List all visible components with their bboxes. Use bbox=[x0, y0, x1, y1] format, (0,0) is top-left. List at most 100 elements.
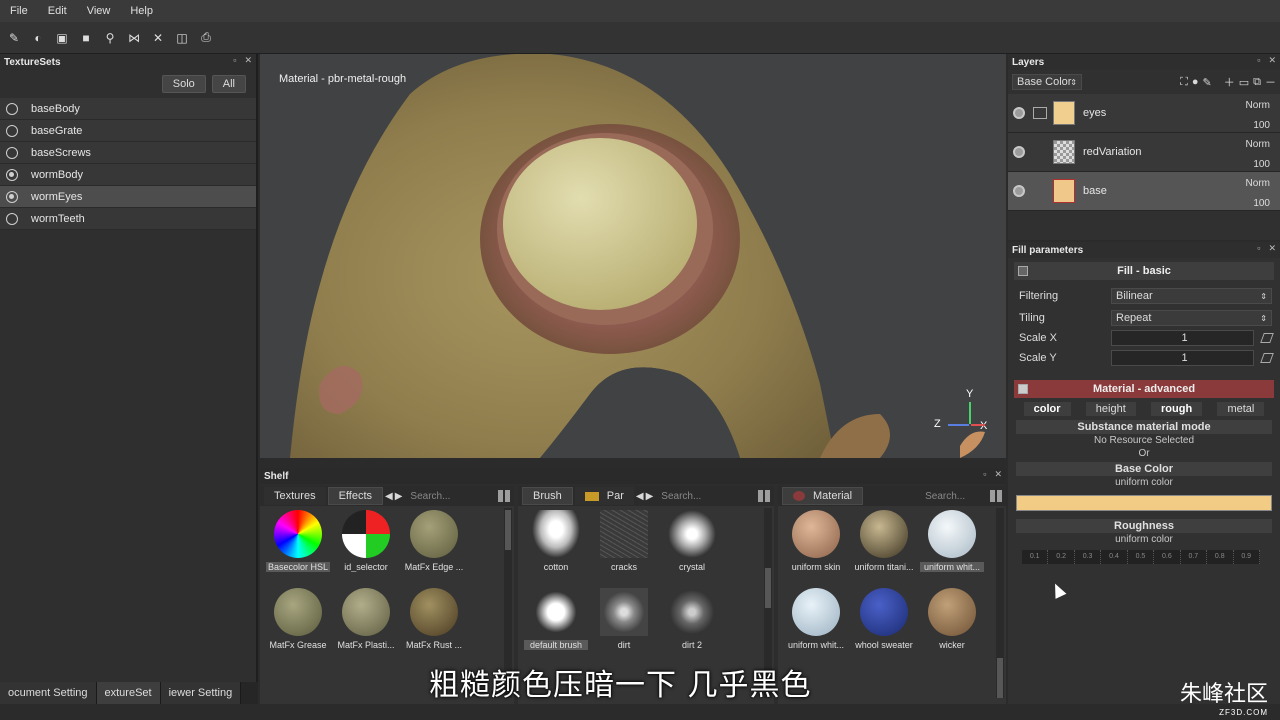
edit-pen-icon[interactable] bbox=[1260, 333, 1274, 343]
add-folder-icon[interactable]: ▭ bbox=[1239, 76, 1249, 89]
mirror-icon[interactable]: ✕ bbox=[148, 28, 168, 48]
projection-icon[interactable]: ▣ bbox=[52, 28, 72, 48]
float-icon[interactable]: ▫ bbox=[1257, 55, 1260, 66]
shelf-item[interactable]: Basecolor HSL bbox=[266, 510, 330, 572]
radio-icon[interactable] bbox=[6, 124, 18, 137]
channel-height[interactable]: height bbox=[1085, 402, 1136, 416]
duplicate-icon[interactable]: ⧉ bbox=[1253, 76, 1261, 89]
float-icon[interactable]: ▫ bbox=[1257, 243, 1260, 254]
3d-viewport[interactable]: Material - pbr-metal-rough Y Z X bbox=[260, 54, 1006, 458]
material-search[interactable]: Search... bbox=[925, 491, 965, 502]
layer-blend-info[interactable]: Norm 100 bbox=[1246, 135, 1270, 175]
shelf-item[interactable]: default brush bbox=[524, 588, 588, 650]
layer-row[interactable]: eyes Norm 100 bbox=[1008, 94, 1280, 133]
tab-particles[interactable]: Par bbox=[574, 487, 634, 505]
eraser-icon[interactable]: ◐ bbox=[28, 28, 48, 48]
shelf-item[interactable]: MatFx Grease bbox=[266, 588, 330, 650]
shelf-item[interactable]: MatFx Plasti... bbox=[334, 588, 398, 650]
textureset-item[interactable]: baseScrews bbox=[0, 142, 256, 164]
grid-view-icon[interactable] bbox=[498, 490, 510, 502]
roughness-slider[interactable]: 0.1 0.2 0.3 0.4 0.5 0.6 0.7 0.8 0.9 bbox=[1022, 550, 1260, 564]
radio-icon[interactable] bbox=[6, 168, 18, 181]
add-effect-icon[interactable]: ● bbox=[1192, 76, 1199, 88]
channel-color[interactable]: color bbox=[1023, 402, 1071, 416]
shelf-item[interactable]: id_selector bbox=[334, 510, 398, 572]
solo-button[interactable]: Solo bbox=[161, 75, 206, 93]
color-picker-icon[interactable]: ⚲ bbox=[100, 28, 120, 48]
tab-document-settings[interactable]: ocument Setting bbox=[0, 682, 97, 704]
shelf-item[interactable]: uniform skin bbox=[784, 510, 848, 572]
delete-layer-icon[interactable]: － bbox=[1265, 74, 1276, 90]
grid-view-icon[interactable] bbox=[990, 490, 1002, 502]
close-icon[interactable]: ✕ bbox=[1268, 55, 1276, 66]
add-fill-icon[interactable]: ✎ bbox=[1203, 76, 1212, 89]
shelf-item[interactable]: uniform whit... bbox=[784, 588, 848, 650]
shelf-item[interactable]: crystal bbox=[660, 510, 724, 572]
tiling-select[interactable]: Repeat ⇕ bbox=[1111, 310, 1272, 326]
prev-arrow-icon[interactable]: ◀ bbox=[385, 491, 393, 502]
layer-blend-info[interactable]: Norm 100 bbox=[1246, 96, 1270, 136]
add-mask-icon[interactable]: ⛶ bbox=[1180, 76, 1188, 89]
radio-icon[interactable] bbox=[6, 190, 18, 203]
channel-select[interactable]: Base Color ⇕ bbox=[1012, 74, 1082, 90]
basecolor-swatch[interactable] bbox=[1016, 495, 1272, 511]
fill-basic-header[interactable]: Fill - basic bbox=[1014, 262, 1274, 280]
menu-edit[interactable]: Edit bbox=[38, 5, 77, 17]
shelf-item[interactable]: dirt bbox=[592, 588, 656, 650]
grid-view-icon[interactable] bbox=[758, 490, 770, 502]
brush-search[interactable]: Search... bbox=[661, 491, 701, 502]
edit-pen-icon[interactable] bbox=[1260, 353, 1274, 363]
shelf-item[interactable]: cotton bbox=[524, 510, 588, 572]
visibility-eye-icon[interactable] bbox=[1013, 185, 1025, 197]
textures-search[interactable]: Search... bbox=[410, 491, 450, 502]
next-arrow-icon[interactable]: ▶ bbox=[395, 491, 403, 502]
visibility-eye-icon[interactable] bbox=[1013, 107, 1025, 119]
layer-blend-info[interactable]: Norm 100 bbox=[1246, 174, 1270, 214]
tab-textures[interactable]: Textures bbox=[264, 487, 326, 505]
layer-row[interactable]: redVariation Norm 100 bbox=[1008, 133, 1280, 172]
textureset-item[interactable]: wormBody bbox=[0, 164, 256, 186]
prev-arrow-icon[interactable]: ◀ bbox=[636, 491, 644, 502]
float-icon[interactable]: ▫ bbox=[983, 469, 986, 480]
next-arrow-icon[interactable]: ▶ bbox=[646, 491, 654, 502]
shelf-item[interactable]: cracks bbox=[592, 510, 656, 572]
view-3d-icon[interactable]: ◫ bbox=[172, 28, 192, 48]
collapse-checkbox[interactable] bbox=[1018, 384, 1028, 394]
collapse-checkbox[interactable] bbox=[1018, 266, 1028, 276]
shelf-item[interactable]: uniform whit... bbox=[920, 510, 984, 572]
shelf-item[interactable]: whool sweater bbox=[852, 588, 916, 650]
textureset-item[interactable]: wormEyes bbox=[0, 186, 256, 208]
scaley-field[interactable]: 1 bbox=[1111, 350, 1254, 366]
add-layer-icon[interactable]: ＋ bbox=[1224, 74, 1235, 90]
tab-brush[interactable]: Brush bbox=[522, 487, 573, 505]
visibility-eye-icon[interactable] bbox=[1013, 146, 1025, 158]
menu-file[interactable]: File bbox=[0, 5, 38, 17]
material-scrollbar[interactable] bbox=[996, 508, 1004, 698]
shelf-item[interactable]: MatFx Rust ... bbox=[402, 588, 466, 650]
symmetry-icon[interactable]: ⋈ bbox=[124, 28, 144, 48]
shelf-item[interactable]: dirt 2 bbox=[660, 588, 724, 650]
tab-textureset[interactable]: extureSet bbox=[96, 682, 161, 704]
material-advanced-header[interactable]: Material - advanced bbox=[1014, 380, 1274, 398]
camera-icon[interactable]: ⎙ bbox=[196, 28, 216, 48]
channel-metal[interactable]: metal bbox=[1217, 402, 1265, 416]
radio-icon[interactable] bbox=[6, 146, 18, 159]
scalex-field[interactable]: 1 bbox=[1111, 330, 1254, 346]
float-icon[interactable]: ▫ bbox=[233, 55, 236, 66]
textureset-item[interactable]: baseBody bbox=[0, 98, 256, 120]
shelf-item[interactable]: uniform titani... bbox=[852, 510, 916, 572]
channel-rough[interactable]: rough bbox=[1151, 402, 1203, 416]
tab-effects[interactable]: Effects bbox=[327, 487, 384, 505]
close-icon[interactable]: ✕ bbox=[1268, 243, 1276, 254]
tab-material[interactable]: Material bbox=[782, 487, 864, 505]
menu-view[interactable]: View bbox=[77, 5, 121, 17]
radio-icon[interactable] bbox=[6, 212, 18, 225]
polygon-fill-icon[interactable]: ■ bbox=[76, 28, 96, 48]
radio-icon[interactable] bbox=[6, 102, 18, 115]
textureset-item[interactable]: wormTeeth bbox=[0, 208, 256, 230]
filtering-select[interactable]: Bilinear ⇕ bbox=[1111, 288, 1272, 304]
no-resource-text[interactable]: No Resource Selected bbox=[1008, 434, 1280, 447]
all-button[interactable]: All bbox=[211, 75, 246, 93]
close-icon[interactable]: ✕ bbox=[994, 469, 1002, 480]
paint-brush-icon[interactable]: ✎ bbox=[4, 28, 24, 48]
